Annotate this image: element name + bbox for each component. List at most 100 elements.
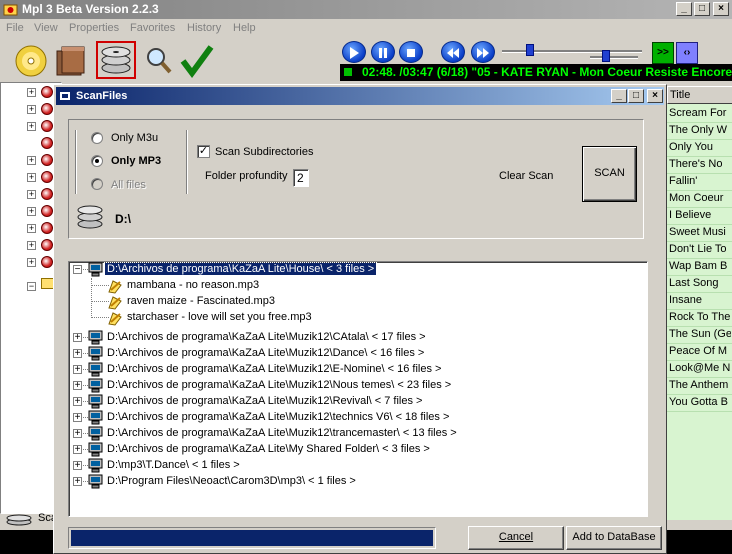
scan-button[interactable]: SCAN: [582, 146, 637, 202]
expand-icon[interactable]: +: [27, 173, 36, 182]
expand-icon[interactable]: +: [27, 190, 36, 199]
add-to-database-button[interactable]: Add to DataBase: [566, 526, 662, 550]
tree-folder-path[interactable]: D:\Archivos de programa\KaZaA Lite\Muzik…: [105, 379, 453, 391]
position-slider-thumb[interactable]: [526, 44, 534, 56]
tree-folder-row[interactable]: + D:\Archivos de programa\KaZaA Lite\Muzi…: [69, 330, 644, 346]
position-slider[interactable]: [502, 50, 642, 53]
tree-folder-row[interactable]: + D:\Archivos de programa\KaZaA Lite\Muzi…: [69, 426, 644, 442]
scanfiles-dialog: ScanFiles _ □ × Only M3u Only MP3 All fi…: [53, 84, 667, 554]
all-files-radio[interactable]: [91, 178, 103, 190]
play-button[interactable]: [342, 41, 366, 63]
tree-folder-row[interactable]: + D:\mp3\T.Dance\ < 1 files >: [69, 458, 644, 474]
tree-folder-row[interactable]: + D:\Archivos de programa\KaZaA Lite\Muzi…: [69, 378, 644, 394]
cancel-button[interactable]: Cancel: [468, 526, 564, 550]
scan-subdirectories-checkbox[interactable]: ✓: [197, 145, 210, 158]
volume-slider-thumb[interactable]: [602, 50, 610, 62]
folder-disc-icon: [41, 171, 53, 183]
tree-file-row[interactable]: raven maize - Fascinated.mp3: [69, 294, 644, 310]
expand-icon[interactable]: +: [27, 241, 36, 250]
menu-history[interactable]: History: [187, 22, 221, 34]
tree-folder-row[interactable]: + D:\Program Files\Neoact\Carom3D\mp3\ < …: [69, 474, 644, 490]
pause-button[interactable]: [371, 41, 395, 63]
expand-icon[interactable]: +: [73, 333, 82, 343]
cd-icon[interactable]: [12, 43, 50, 79]
menu-favorites[interactable]: Favorites: [130, 22, 175, 34]
maximize-button[interactable]: □: [694, 2, 710, 16]
tree-folder-row[interactable]: − D:\Archivos de programa\KaZaA Lite\Hous…: [69, 262, 644, 278]
stop-button[interactable]: [399, 41, 423, 63]
close-button[interactable]: ×: [713, 2, 729, 16]
tree-file-name[interactable]: starchaser - love will set you free.mp3: [125, 311, 314, 323]
tree-folder-path[interactable]: D:\Archivos de programa\KaZaA Lite\Muzik…: [105, 411, 451, 423]
dialog-minimize-button[interactable]: _: [611, 89, 627, 103]
collapse-icon[interactable]: −: [27, 282, 36, 291]
playlist-panel[interactable]: Title Scream For The Only W Only You There'…: [666, 86, 732, 520]
folder-disc-icon: [41, 222, 53, 234]
expand-icon[interactable]: +: [27, 224, 36, 233]
only-m3u-label[interactable]: Only M3u: [111, 132, 158, 144]
collapse-icon[interactable]: −: [73, 265, 82, 275]
tree-folder-path[interactable]: D:\Program Files\Neoact\Carom3D\mp3\ < 1…: [105, 475, 358, 487]
main-title-bar[interactable]: Mpl 3 Beta Version 2.2.3 _ □ ×: [0, 0, 732, 19]
all-files-label[interactable]: All files: [111, 179, 146, 191]
expand-icon[interactable]: +: [27, 258, 36, 267]
tree-file-name[interactable]: raven maize - Fascinated.mp3: [125, 295, 277, 307]
expand-icon[interactable]: +: [27, 207, 36, 216]
expand-icon[interactable]: +: [73, 477, 82, 487]
dialog-title-bar[interactable]: ScanFiles _ □ ×: [56, 87, 664, 105]
expand-icon[interactable]: +: [73, 381, 82, 391]
tree-folder-row[interactable]: + D:\Archivos de programa\KaZaA Lite\Muzi…: [69, 346, 644, 362]
tree-folder-row[interactable]: + D:\Archivos de programa\KaZaA Lite\Muzi…: [69, 410, 644, 426]
previous-button[interactable]: [441, 41, 465, 63]
scan-subdirectories-label[interactable]: Scan Subdirectories: [215, 146, 313, 158]
playlist-next-button[interactable]: >>: [652, 42, 674, 64]
menu-file[interactable]: File: [6, 22, 24, 34]
expand-icon[interactable]: +: [73, 429, 82, 439]
menu-help[interactable]: Help: [233, 22, 256, 34]
expand-icon[interactable]: +: [73, 461, 82, 471]
tree-folder-path[interactable]: D:\Archivos de programa\KaZaA Lite\Muzik…: [105, 331, 428, 343]
check-icon[interactable]: [178, 43, 216, 79]
expand-icon[interactable]: +: [27, 122, 36, 131]
folder-disc-icon: [41, 154, 53, 166]
only-mp3-label[interactable]: Only MP3: [111, 155, 161, 167]
only-m3u-radio[interactable]: [91, 132, 103, 144]
tree-file-row[interactable]: mambana - no reason.mp3: [69, 278, 644, 294]
tree-folder-path[interactable]: D:\Archivos de programa\KaZaA Lite\My Sh…: [105, 443, 432, 455]
expand-icon[interactable]: +: [27, 105, 36, 114]
expand-icon[interactable]: +: [73, 349, 82, 359]
tree-folder-row[interactable]: + D:\Archivos de programa\KaZaA Lite\My S…: [69, 442, 644, 458]
menu-properties[interactable]: Properties: [69, 22, 119, 34]
expand-icon[interactable]: +: [73, 397, 82, 407]
scan-disks-button[interactable]: [96, 41, 136, 79]
clear-scan-link[interactable]: Clear Scan: [499, 170, 553, 182]
toggle-view-button[interactable]: ‹›: [676, 42, 698, 64]
playlist-header-title[interactable]: Title: [667, 86, 732, 104]
tree-folder-path[interactable]: D:\mp3\T.Dance\ < 1 files >: [105, 459, 242, 471]
expand-icon[interactable]: +: [73, 413, 82, 423]
minimize-button[interactable]: _: [676, 2, 692, 16]
volume-slider[interactable]: [590, 56, 638, 59]
tree-folder-path[interactable]: D:\Archivos de programa\KaZaA Lite\Muzik…: [105, 427, 459, 439]
tree-folder-path[interactable]: D:\Archivos de programa\KaZaA Lite\Muzik…: [105, 395, 424, 407]
only-mp3-radio[interactable]: [91, 155, 103, 167]
next-button[interactable]: [471, 41, 495, 63]
expand-icon[interactable]: +: [27, 156, 36, 165]
tree-folder-path[interactable]: D:\Archivos de programa\KaZaA Lite\Muzik…: [105, 363, 443, 375]
dialog-close-button[interactable]: ×: [647, 89, 663, 103]
expand-icon[interactable]: +: [73, 445, 82, 455]
tree-folder-row[interactable]: + D:\Archivos de programa\KaZaA Lite\Muzi…: [69, 362, 644, 378]
tree-folder-path[interactable]: D:\Archivos de programa\KaZaA Lite\House…: [103, 262, 378, 276]
tree-folder-path[interactable]: D:\Archivos de programa\KaZaA Lite\Muzik…: [105, 347, 426, 359]
folder-profundity-input[interactable]: 2: [293, 169, 309, 187]
tree-file-name[interactable]: mambana - no reason.mp3: [125, 279, 261, 291]
tree-folder-row[interactable]: + D:\Archivos de programa\KaZaA Lite\Muzi…: [69, 394, 644, 410]
expand-icon[interactable]: +: [27, 88, 36, 97]
books-icon[interactable]: [52, 43, 90, 79]
menu-view[interactable]: View: [34, 22, 58, 34]
tree-file-row[interactable]: starchaser - love will set you free.mp3: [69, 310, 644, 326]
scan-results-tree[interactable]: − D:\Archivos de programa\KaZaA Lite\Hous…: [68, 261, 648, 517]
expand-icon[interactable]: +: [73, 365, 82, 375]
dialog-maximize-button[interactable]: □: [628, 89, 644, 103]
search-icon[interactable]: [140, 43, 178, 79]
